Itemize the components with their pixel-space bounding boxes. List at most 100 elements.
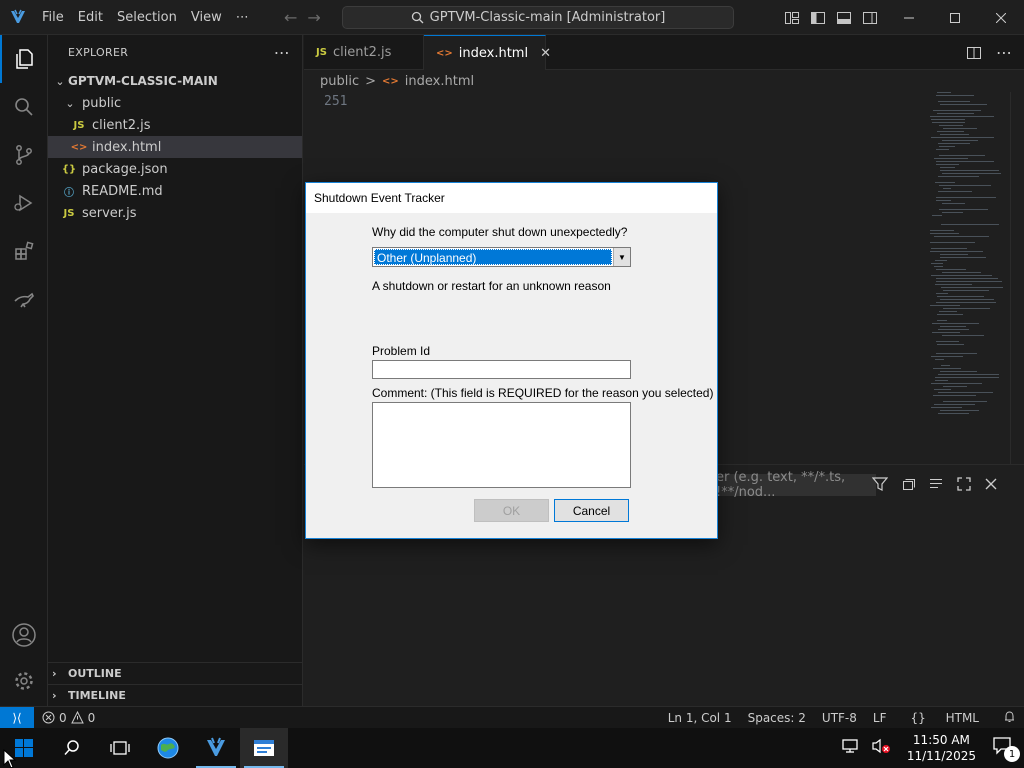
panel-filter-input[interactable]: er (e.g. text, **/*.ts, !**/nod... — [716, 470, 876, 500]
menu-selection[interactable]: Selection — [110, 0, 184, 35]
extensions-icon[interactable] — [0, 227, 48, 275]
info-file-icon: ⓘ — [64, 187, 74, 199]
explorer-icon[interactable] — [0, 35, 48, 83]
dialog-title-bar[interactable]: Shutdown Event Tracker — [306, 183, 717, 213]
cursor-position[interactable]: Ln 1, Col 1 — [660, 711, 740, 725]
settings-gear-icon[interactable] — [0, 657, 48, 705]
minimap-line — [940, 134, 969, 135]
taskbar-vscode-button[interactable] — [192, 728, 240, 768]
close-button[interactable] — [978, 0, 1024, 35]
minimap-line — [934, 158, 968, 159]
activity-bar — [0, 35, 48, 706]
volume-muted-icon[interactable] — [865, 738, 897, 758]
outline-section[interactable]: › OUTLINE — [48, 662, 303, 684]
taskbar-shutdown-tracker-button[interactable] — [240, 728, 288, 768]
minimap-line — [937, 131, 964, 132]
tree-item-label: index.html — [92, 139, 162, 155]
remote-indicator-icon[interactable]: ⟩⟨ — [0, 706, 34, 729]
nav-arrows: ← → — [284, 0, 321, 35]
toggle-secondary-sidebar-icon[interactable] — [862, 10, 878, 26]
minimap-line — [936, 353, 977, 354]
workspace-root[interactable]: ⌄ GPTVM-CLASSIC-MAIN — [48, 70, 302, 92]
comment-textarea[interactable] — [372, 402, 631, 488]
task-view-button[interactable] — [96, 728, 144, 768]
source-control-icon[interactable] — [0, 131, 48, 179]
tree-file-server-js[interactable]: JS server.js — [48, 202, 302, 224]
minimap-line — [940, 104, 987, 105]
kangaroo-extension-icon[interactable] — [0, 275, 48, 323]
minimize-button[interactable] — [886, 0, 932, 35]
forward-arrow-icon[interactable]: → — [307, 8, 320, 27]
menu-more[interactable]: ⋯ — [229, 0, 256, 35]
encoding[interactable]: UTF-8 — [814, 711, 865, 725]
close-panel-icon[interactable] — [984, 477, 998, 491]
tree-file-client2-js[interactable]: JS client2.js — [48, 114, 302, 136]
clock[interactable]: 11:50 AM 11/11/2025 — [897, 732, 986, 764]
system-tray: 11:50 AM 11/11/2025 1 — [835, 728, 1024, 768]
minimap-line — [932, 323, 979, 324]
cancel-button[interactable]: Cancel — [554, 499, 629, 522]
minimap-line — [940, 410, 979, 411]
command-center[interactable]: GPTVM-Classic-main [Administrator] — [342, 6, 734, 29]
breadcrumb-file[interactable]: index.html — [405, 74, 474, 89]
minimap-line — [938, 413, 969, 414]
ok-button[interactable]: OK — [474, 499, 549, 522]
minimap-line — [938, 191, 972, 192]
breadcrumb-separator-icon: > — [365, 73, 377, 89]
minimap-line — [941, 224, 999, 225]
search-icon[interactable] — [0, 83, 48, 131]
json-file-icon: {} — [61, 163, 77, 175]
taskbar-browser-button[interactable] — [144, 728, 192, 768]
collapse-all-icon[interactable] — [900, 476, 916, 492]
tree-file-index-html[interactable]: <> index.html — [48, 136, 302, 158]
command-center-label: GPTVM-Classic-main [Administrator] — [429, 10, 666, 25]
minimap-line — [932, 122, 965, 123]
problems-indicator[interactable]: 0 0 — [34, 711, 95, 725]
timeline-section[interactable]: › TIMELINE — [48, 684, 303, 706]
menu-edit[interactable]: Edit — [71, 0, 110, 35]
taskbar-search-button[interactable] — [48, 728, 96, 768]
search-icon — [64, 740, 79, 756]
minimap[interactable] — [930, 92, 1010, 464]
word-wrap-icon[interactable] — [928, 476, 944, 492]
editor-scrollbar[interactable] — [1010, 92, 1024, 464]
shutdown-reason-select[interactable]: Other (Unplanned) ▼ — [372, 247, 631, 267]
filter-icon[interactable] — [872, 476, 888, 492]
accounts-icon[interactable] — [0, 611, 48, 659]
breadcrumb-folder[interactable]: public — [320, 74, 359, 89]
tree-file-package-json[interactable]: {} package.json — [48, 158, 302, 180]
maximize-panel-icon[interactable] — [956, 476, 972, 492]
chevron-right-icon: › — [52, 667, 57, 680]
split-editor-icon[interactable] — [966, 45, 982, 61]
more-actions-icon[interactable]: ⋯ — [996, 43, 1012, 62]
close-tab-icon[interactable]: ✕ — [540, 46, 551, 61]
menu-view[interactable]: View — [184, 0, 229, 35]
minimap-line — [937, 320, 947, 321]
toggle-sidebar-icon[interactable] — [810, 10, 826, 26]
network-icon[interactable] — [835, 738, 865, 758]
customize-layout-icon[interactable] — [784, 10, 800, 26]
minimap-line — [935, 260, 947, 261]
explorer-more-icon[interactable]: ⋯ — [274, 43, 290, 62]
minimap-line — [939, 185, 991, 186]
maximize-button[interactable] — [932, 0, 978, 35]
tab-index-html[interactable]: <> index.html ✕ — [424, 35, 551, 70]
problem-id-input[interactable] — [372, 360, 631, 379]
back-arrow-icon[interactable]: ← — [284, 8, 297, 27]
minimap-line — [940, 167, 955, 168]
menu-file[interactable]: File — [35, 0, 71, 35]
tree-file-readme-md[interactable]: ⓘ README.md — [48, 180, 302, 202]
mouse-cursor-icon — [3, 748, 17, 768]
toggle-panel-icon[interactable] — [836, 10, 852, 26]
action-center-button[interactable]: 1 — [986, 736, 1024, 762]
indentation[interactable]: Spaces: 2 — [740, 711, 814, 725]
tree-folder-public[interactable]: ⌄ public — [48, 92, 302, 114]
tab-client2-js[interactable]: JS client2.js — [304, 35, 424, 70]
end-of-line[interactable]: LF — [865, 711, 895, 725]
dropdown-arrow-icon[interactable]: ▼ — [613, 248, 630, 266]
language-mode[interactable]: {} HTML — [894, 711, 995, 725]
minimap-line — [930, 116, 994, 117]
notifications-bell-icon[interactable] — [995, 710, 1024, 726]
run-debug-icon[interactable] — [0, 179, 48, 227]
minimap-line — [936, 269, 966, 270]
